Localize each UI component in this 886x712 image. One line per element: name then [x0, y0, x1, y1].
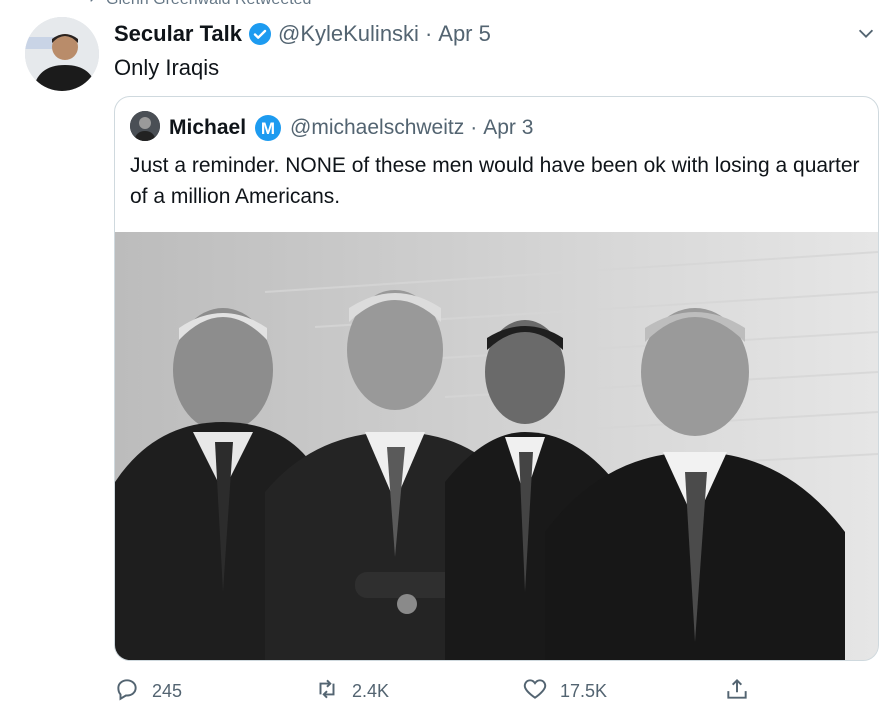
svg-text:M: M: [261, 119, 275, 138]
reply-icon: [114, 676, 140, 707]
quoted-tweet-header: Michael M @michaelschweitz · Apr 3: [169, 114, 533, 142]
quoted-author-handle: @michaelschweitz: [290, 116, 465, 139]
author-name[interactable]: Secular Talk: [114, 21, 242, 47]
heart-icon: [522, 676, 548, 707]
quoted-header-separator: ·: [470, 116, 478, 139]
tweet-actions: 245 2.4K 17.5K: [114, 676, 774, 706]
retweet-icon: [314, 676, 340, 707]
author-avatar[interactable]: [25, 17, 99, 91]
share-icon: [724, 676, 750, 707]
verified-badge-icon: [248, 22, 272, 46]
header-separator: ·: [424, 21, 433, 46]
quoted-tweet-photo[interactable]: [115, 232, 878, 660]
retweet-button[interactable]: 2.4K: [314, 676, 389, 707]
retweet-context[interactable]: Glenn Greenwald Retweeted: [82, 0, 311, 9]
like-button[interactable]: 17.5K: [522, 676, 607, 707]
m-circle-badge-icon: M: [254, 114, 282, 142]
quoted-author-name: Michael: [169, 116, 247, 139]
reply-button[interactable]: 245: [114, 676, 182, 707]
reply-count: 245: [152, 681, 183, 701]
quoted-tweet-text: Just a reminder. NONE of these men would…: [130, 154, 860, 208]
quoted-tweet-card[interactable]: Michael M @michaelschweitz · Apr 3 Just …: [114, 96, 879, 661]
tweet-text: Only Iraqis: [114, 55, 220, 80]
quoted-author-avatar: [130, 111, 160, 141]
retweet-context-label: Glenn Greenwald Retweeted: [106, 0, 311, 9]
quoted-tweet-date: Apr 3: [483, 116, 534, 139]
retweet-icon: [82, 0, 98, 11]
share-button[interactable]: [724, 676, 750, 707]
tweet-header: Secular Talk @KyleKulinski · Apr 5: [114, 21, 491, 47]
tweet-date[interactable]: Apr 5: [438, 21, 491, 47]
author-handle[interactable]: @KyleKulinski: [278, 21, 419, 47]
like-count: 17.5K: [560, 681, 608, 701]
more-options-chevron-down-icon[interactable]: [855, 22, 877, 44]
retweet-count: 2.4K: [352, 681, 390, 701]
